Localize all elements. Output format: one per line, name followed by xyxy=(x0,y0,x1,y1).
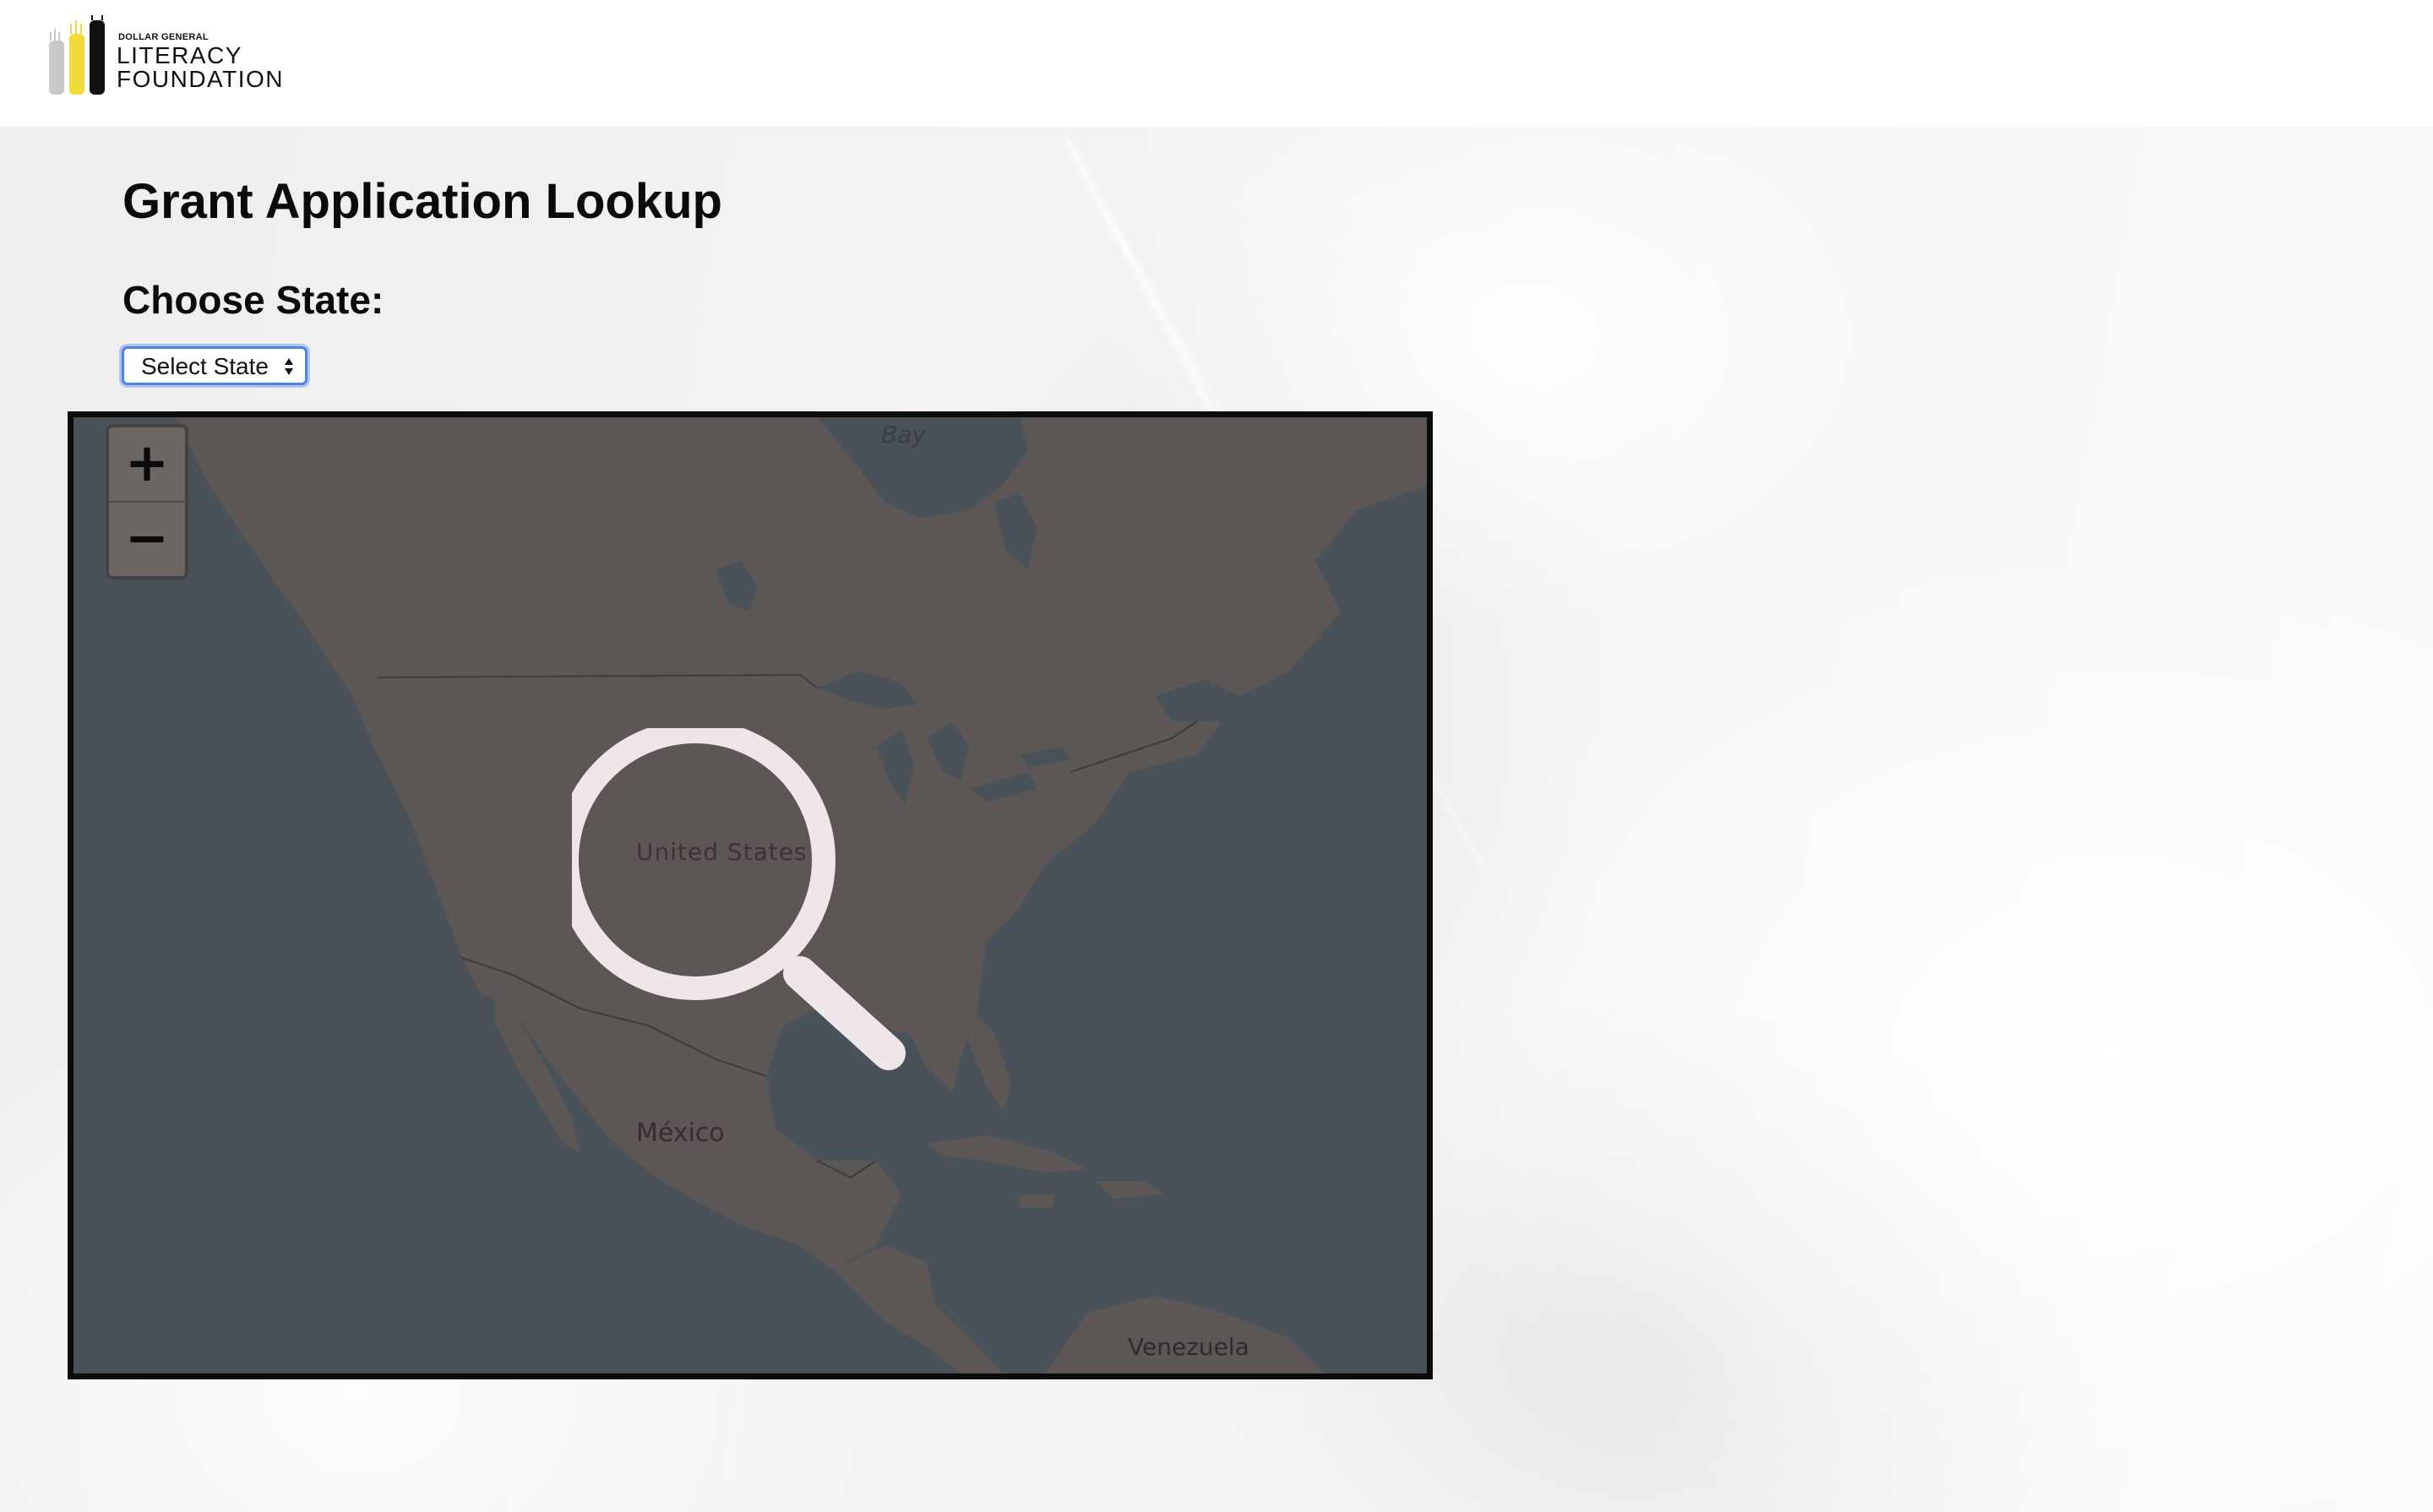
page-title: Grant Application Lookup xyxy=(122,174,722,229)
logo-small-text: DOLLAR GENERAL xyxy=(118,32,209,42)
zoom-in-button[interactable]: + xyxy=(109,427,185,503)
state-select-value: Select State xyxy=(141,353,269,379)
map-label-mexico: México xyxy=(636,1118,725,1148)
state-select[interactable]: Select State xyxy=(122,346,308,385)
logo-line-literacy: LITERACY xyxy=(117,42,242,68)
map-label-bay: Bay xyxy=(881,421,926,449)
map-label-venezuela: Venezuela xyxy=(1128,1333,1249,1361)
logo-pencils-icon xyxy=(49,15,105,95)
zoom-out-button[interactable]: − xyxy=(109,503,185,576)
logo-line-foundation: FOUNDATION xyxy=(117,66,285,92)
zoom-control: + − xyxy=(106,424,188,579)
choose-state-label: Choose State: xyxy=(122,278,384,322)
literacy-foundation-logo[interactable]: DOLLAR GENERAL LITERACY FOUNDATION xyxy=(47,15,301,100)
select-arrows-icon xyxy=(285,358,293,375)
magnifier-icon xyxy=(572,728,906,1070)
site-header: DOLLAR GENERAL LITERACY FOUNDATION xyxy=(0,0,2433,127)
state-map[interactable]: Bay United States México Venezuela + − xyxy=(68,411,1433,1379)
